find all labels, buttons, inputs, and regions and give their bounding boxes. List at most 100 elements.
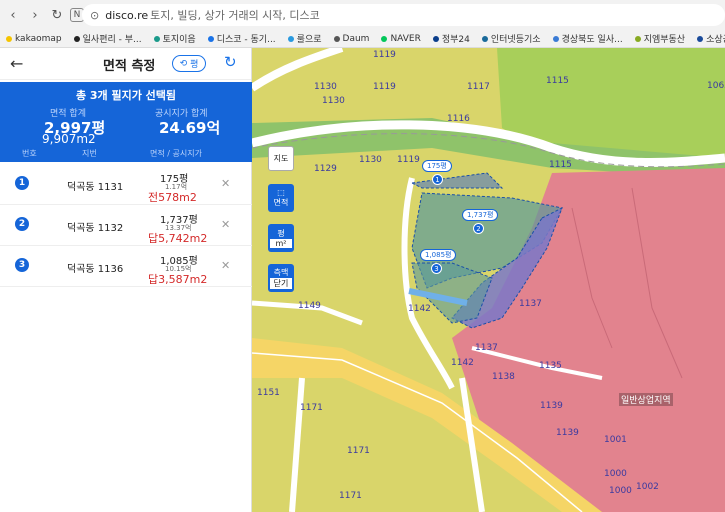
parcel-land-area: 답3,587m2 [148, 273, 208, 286]
parcel-shape-1[interactable] [410, 172, 504, 189]
lot-number-label: 1149 [298, 301, 321, 311]
bookmark-item[interactable]: NAVER [381, 33, 421, 44]
bookmark-item[interactable]: 룰으로 [287, 32, 322, 45]
parcel-number-badge: 2 [15, 217, 29, 231]
area-tool-button[interactable]: ⬚ 면적 [268, 184, 294, 212]
lot-number-label: 1065 [707, 81, 725, 91]
bookmark-label: 토지이음 [162, 35, 196, 45]
back-arrow-icon[interactable]: ‹ [4, 6, 22, 24]
bookmark-label: 인터넷등기소 [490, 35, 541, 45]
lot-number-label: 1137 [475, 343, 498, 353]
address-bar[interactable]: ⊙ disco.re 토지, 빌딩, 상가 거래의 시작, 디스코 [82, 4, 725, 26]
parcel-area-badge: 1,737평 [462, 209, 499, 221]
lot-number-label: 1002 [636, 482, 659, 492]
lot-number-label: 1115 [549, 160, 572, 170]
bookmark-item[interactable]: Daum [333, 34, 369, 44]
lot-number-label: 1116 [447, 114, 470, 124]
price-total-value: 24.69억 [159, 119, 221, 137]
unit-switch-button[interactable]: 평 m² [268, 224, 294, 252]
bookmark-label: 소상공인시장진... [706, 35, 725, 45]
parcel-land-area: 전578m2 [148, 191, 197, 204]
lot-number-label: 1130 [322, 96, 345, 106]
bookmark-item[interactable]: 일사편리 - 부... [73, 32, 142, 45]
bookmark-favicon-icon [287, 35, 294, 42]
parcel-pin-3[interactable]: 3 [431, 263, 442, 274]
parcel-pin-2[interactable]: 2 [473, 223, 484, 234]
lot-number-label: 1119 [373, 82, 396, 92]
parcel-land-area: 답5,742m2 [148, 232, 208, 245]
unit-toggle-label: 평 [190, 60, 199, 70]
bookmark-label: 디스코 - 동기... [216, 35, 276, 45]
bookmark-label: 지엠부동산 [643, 35, 686, 45]
bookmark-item[interactable]: 소상공인시장진... [697, 32, 725, 45]
lot-number-label: 1151 [257, 388, 280, 398]
bookmark-favicon-icon [634, 35, 641, 42]
local-road [289, 377, 305, 512]
lot-number-label: 1115 [546, 76, 569, 86]
bookmark-label: NAVER [390, 33, 421, 44]
close-tool-bottom: 닫기 [270, 278, 292, 289]
lot-number-label: 1130 [314, 82, 337, 92]
lot-number-label: 1139 [556, 428, 579, 438]
zone-label: 일반상업지역 [619, 393, 673, 406]
map-view[interactable]: 1119 1130 1130 1119 1117 1115 1065 1116 1130 1119… [252, 48, 725, 512]
lot-number-label: 1137 [519, 299, 542, 309]
map-type-label: 지도 [273, 154, 289, 163]
browser-toolbar: ‹ › ↻ N ⊙ disco.re 토지, 빌딩, 상가 거래의 시작, 디스… [0, 0, 725, 30]
forward-arrow-icon[interactable]: › [26, 6, 44, 24]
bookmark-favicon-icon [552, 35, 559, 42]
lot-number-label: 1119 [373, 50, 396, 60]
bookmark-item[interactable]: kakaomap [6, 34, 62, 44]
bookmark-item[interactable]: 디스코 - 동기... [207, 32, 276, 45]
bookmark-favicon-icon [207, 35, 214, 42]
refresh-icon[interactable]: ↻ [224, 53, 237, 71]
lot-number-label: 1171 [339, 491, 362, 501]
parcel-pin-1[interactable]: 1 [432, 174, 443, 185]
back-arrow-icon[interactable]: ← [10, 54, 23, 73]
parcel-number-badge: 1 [15, 176, 29, 190]
bookmark-item[interactable]: 인터넷등기소 [481, 32, 541, 45]
bookmark-favicon-icon [153, 35, 160, 42]
parcel-row[interactable]: 2 덕곡동 1132 1,737평 13.37억 답5,742m2 ✕ [0, 205, 252, 246]
parcel-area-badge: 175평 [422, 160, 452, 172]
panel-header: ← 면적 측정 ⟲ 평 ↻ [0, 48, 251, 80]
remove-parcel-close-icon[interactable]: ✕ [221, 177, 230, 190]
lot-number-label: 1138 [492, 372, 515, 382]
unit-switch-top: 평 [277, 229, 285, 238]
bookmark-favicon-icon [73, 35, 80, 42]
bookmark-label: 일사편리 - 부... [82, 35, 142, 45]
column-number: 번호 [22, 149, 37, 158]
lot-number-label: 1117 [467, 82, 490, 92]
column-area-price: 면적 / 공시지가 [150, 149, 202, 158]
close-tool-button[interactable]: 측맥 닫기 [268, 264, 294, 292]
panel-title: 면적 측정 [103, 59, 156, 74]
lot-number-label: 1171 [300, 403, 323, 413]
parcel-row[interactable]: 3 덕곡동 1136 1,085평 10.15억 답3,587m2 ✕ [0, 246, 252, 287]
area-tool-label: 면적 [273, 198, 289, 207]
unit-toggle-button[interactable]: ⟲ 평 [172, 55, 206, 72]
bookmark-item[interactable]: 경상북도 일사... [552, 32, 623, 45]
site-info-icon[interactable]: ⊙ [90, 9, 99, 22]
parcel-name: 덕곡동 1136 [67, 264, 124, 275]
bookmark-label: 정부24 [441, 35, 470, 45]
lot-number-label: 1139 [540, 401, 563, 411]
map-type-button[interactable]: 지도 [268, 146, 294, 171]
close-tool-top: 측맥 [273, 268, 289, 277]
bookmark-item[interactable]: 지엠부동산 [634, 32, 686, 45]
lot-number-label: 1001 [604, 435, 627, 445]
parcel-name: 덕곡동 1131 [67, 182, 124, 193]
lot-number-label: 1135 [539, 361, 562, 371]
bookmark-item[interactable]: 토지이음 [153, 32, 196, 45]
column-jibun: 지번 [82, 149, 97, 158]
parcel-name: 덕곡동 1132 [67, 223, 124, 234]
remove-parcel-close-icon[interactable]: ✕ [221, 259, 230, 272]
bookmark-item[interactable]: 정부24 [432, 32, 470, 45]
bookmark-favicon-icon [481, 35, 488, 42]
parcel-row[interactable]: 1 덕곡동 1131 175평 1.17억 전578m2 ✕ [0, 164, 252, 205]
reload-icon[interactable]: ↻ [48, 6, 66, 24]
lot-number-label: 1000 [609, 486, 632, 496]
remove-parcel-close-icon[interactable]: ✕ [221, 218, 230, 231]
map-canvas[interactable] [252, 48, 725, 512]
area-measure-panel: ← 면적 측정 ⟲ 평 ↻ 총 3개 필지가 선택됨 면적 합계 2,997평 … [0, 48, 252, 512]
bookmark-favicon-icon [432, 35, 439, 42]
